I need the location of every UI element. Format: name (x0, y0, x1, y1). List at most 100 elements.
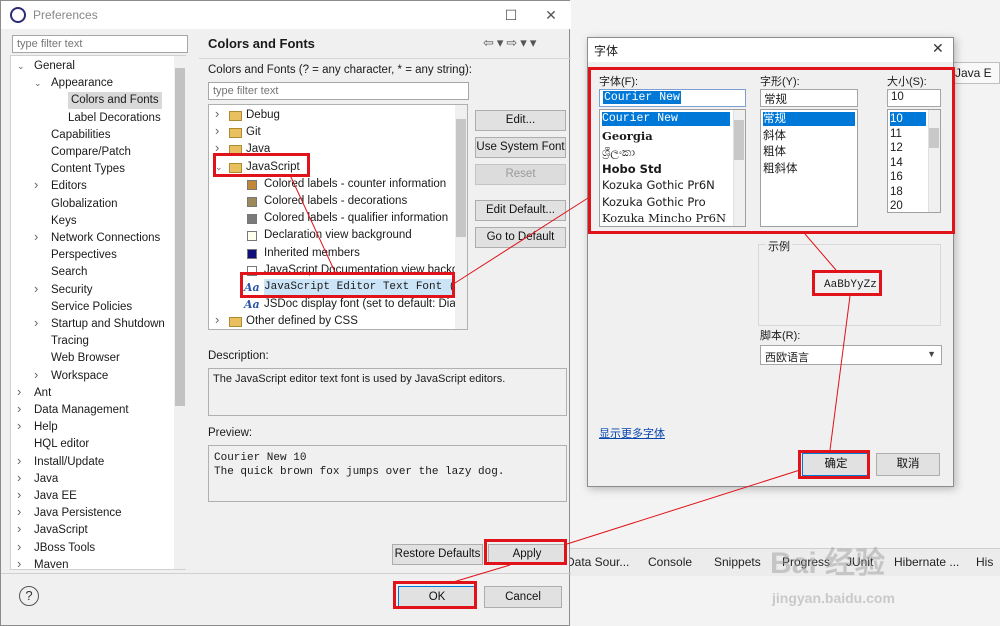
tree-item[interactable]: Compare/Patch (51, 144, 131, 161)
tree-expand-icon[interactable]: › (34, 315, 38, 330)
edit-button[interactable]: Edit... (475, 110, 566, 131)
font-list-item[interactable]: Hobo Std (602, 162, 730, 176)
tree-item[interactable]: Java (34, 471, 58, 488)
tree-expand-icon[interactable]: › (215, 123, 219, 138)
font-cancel-button[interactable]: 取消 (876, 453, 940, 476)
colors-fonts-item[interactable]: Colored labels - counter information (264, 176, 446, 193)
colors-fonts-item[interactable]: Java (246, 141, 270, 158)
font-list-scrollbar-thumb[interactable] (734, 120, 744, 160)
tree-item[interactable]: Colors and Fonts (68, 92, 162, 110)
tree-item[interactable]: Content Types (51, 161, 125, 178)
tree-item[interactable]: Security (51, 282, 93, 299)
tree-expand-icon[interactable]: › (17, 453, 21, 468)
tree-item[interactable]: Maven (34, 557, 69, 569)
colors-fonts-item[interactable]: JavaScript Documentation view backgr (264, 262, 462, 279)
tree-expand-icon[interactable]: › (215, 106, 219, 121)
colors-fonts-item[interactable]: JavaScript Editor Text Font (se (264, 279, 467, 296)
tree-item[interactable]: Workspace (51, 368, 108, 385)
tree-expand-icon[interactable]: › (17, 539, 21, 554)
size-list-item[interactable]: 20 (890, 199, 926, 212)
help-icon[interactable]: ? (19, 586, 39, 606)
tree-item[interactable]: Search (51, 264, 87, 281)
tree-item[interactable]: Install/Update (34, 454, 104, 471)
script-select[interactable]: 西欧语言 ▼ (760, 345, 942, 365)
tree-item[interactable]: Startup and Shutdown (51, 316, 165, 333)
tree-expand-icon[interactable]: › (17, 504, 21, 519)
tree-expand-icon[interactable]: › (34, 177, 38, 192)
size-list-item[interactable]: 12 (890, 141, 926, 155)
tree-expand-icon[interactable]: › (34, 281, 38, 296)
font-list-item[interactable]: Kozuka Gothic Pr6N (602, 178, 730, 192)
font-style-list[interactable]: 常规 斜体 粗体 粗斜体 (760, 109, 858, 227)
size-list-item[interactable]: 16 (890, 170, 926, 184)
colors-fonts-item[interactable]: Inherited members (264, 245, 360, 262)
cf-tree-scrollbar-thumb[interactable] (456, 119, 466, 237)
tree-expand-icon[interactable]: › (215, 140, 219, 155)
colors-fonts-item[interactable]: Debug (246, 107, 280, 124)
font-list-item[interactable]: ශ්‍රීලංකා (602, 145, 730, 159)
tree-item[interactable]: Appearance (51, 75, 113, 92)
tree-item[interactable]: Tracing (51, 333, 89, 350)
tree-expand-icon[interactable]: ⌄ (215, 162, 223, 173)
tab-history[interactable]: His (976, 555, 993, 569)
size-list-item[interactable]: 18 (890, 185, 926, 199)
tree-item[interactable]: Capabilities (51, 127, 110, 144)
restore-defaults-button[interactable]: Restore Defaults (392, 544, 483, 565)
colors-fonts-item[interactable]: Other defined by CSS (246, 313, 358, 329)
edit-default-button[interactable]: Edit Default... (475, 200, 566, 221)
size-list-scrollbar-thumb[interactable] (929, 128, 939, 148)
tree-expand-icon[interactable]: › (17, 418, 21, 433)
font-size-input[interactable]: 10 (887, 89, 941, 107)
tree-item[interactable]: Service Policies (51, 299, 132, 316)
colors-fonts-item[interactable]: Git (246, 124, 261, 141)
style-list-item[interactable]: 粗体 (763, 145, 855, 159)
tree-expand-icon[interactable]: › (17, 487, 21, 502)
style-list-item[interactable]: 常规 (763, 112, 855, 126)
tree-item[interactable]: Perspectives (51, 247, 117, 264)
tree-expand-icon[interactable]: › (215, 312, 219, 327)
reset-button[interactable]: Reset (475, 164, 566, 185)
size-list-item[interactable]: 14 (890, 156, 926, 170)
tree-item[interactable]: Label Decorations (68, 110, 161, 127)
colors-fonts-item[interactable]: JSDoc display font (set to default: Dial (264, 296, 458, 313)
close-icon[interactable]: ✕ (541, 5, 561, 25)
font-name-input[interactable]: Courier New (599, 89, 746, 107)
tree-expand-icon[interactable]: ⌄ (34, 78, 42, 89)
colors-fonts-filter-input[interactable] (208, 82, 469, 100)
tree-item[interactable]: General (34, 58, 75, 75)
tree-expand-icon[interactable]: › (34, 229, 38, 244)
tree-item[interactable]: Editors (51, 178, 87, 195)
font-list-item[interactable]: Georgia (602, 129, 730, 143)
tree-scrollbar-thumb[interactable] (175, 68, 185, 406)
tree-item[interactable]: Network Connections (51, 230, 160, 247)
tree-item[interactable]: Java Persistence (34, 505, 122, 522)
tree-item[interactable]: Java EE (34, 488, 77, 505)
use-system-font-button[interactable]: Use System Font (475, 137, 566, 158)
maximize-icon[interactable]: ☐ (501, 5, 521, 25)
tree-item[interactable]: Keys (51, 213, 77, 230)
font-list-item[interactable]: Kozuka Gothic Pro (602, 195, 730, 209)
tree-expand-icon[interactable]: › (34, 367, 38, 382)
font-style-input[interactable]: 常规 (760, 89, 858, 107)
tree-expand-icon[interactable]: › (17, 556, 21, 569)
tree-item[interactable]: Help (34, 419, 58, 436)
font-list-item[interactable]: Courier New (602, 112, 730, 126)
size-list-item[interactable]: 11 (890, 127, 926, 141)
history-nav-icons[interactable]: ⇦▾⇨▾▾ (483, 35, 539, 51)
size-list-item[interactable]: 10 (890, 112, 926, 126)
tree-item[interactable]: JBoss Tools (34, 540, 95, 557)
font-ok-button[interactable]: 确定 (802, 453, 870, 476)
ok-button[interactable]: OK (398, 586, 476, 608)
font-name-list[interactable]: Courier New Georgia ශ්‍රීලංකා Hobo Std Kozuk… (599, 109, 746, 227)
apply-button[interactable]: Apply (488, 544, 566, 565)
size-list-scrollbar[interactable] (928, 110, 940, 212)
java-perspective-button[interactable]: Java E (948, 62, 1000, 84)
close-icon[interactable]: ✕ (932, 40, 944, 57)
tree-item[interactable]: Web Browser (51, 350, 120, 367)
tab-console[interactable]: Console (648, 555, 692, 569)
tree-item[interactable]: Data Management (34, 402, 129, 419)
tree-expand-icon[interactable]: › (17, 401, 21, 416)
tab-snippets[interactable]: Snippets (714, 555, 761, 569)
tree-expand-icon[interactable]: › (17, 384, 21, 399)
tree-expand-icon[interactable]: ⌄ (17, 61, 25, 72)
